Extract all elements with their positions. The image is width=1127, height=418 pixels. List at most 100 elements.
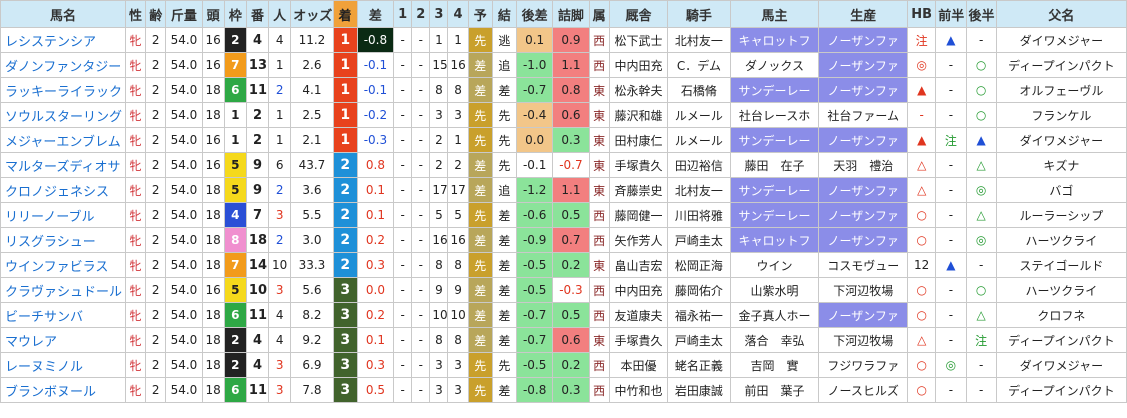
table-row[interactable]: ダノンファンタジー牝 2 54.0 16 7 13 1 2.6 1 -0.1- -15 16 差追 -1.… (0, 52, 1127, 78)
father-cell[interactable]: ハーツクライ (995, 277, 1127, 303)
owner-cell[interactable]: 藤田 在子 (729, 152, 820, 178)
table-row[interactable]: レーヌミノル牝 2 54.0 18 2 4 3 6.9 3 0.3- -3 3 先先 -0.5 0.2 西本田… (0, 352, 1127, 378)
owner-cell[interactable]: サンデーレー (729, 77, 820, 103)
jockey-cell[interactable]: 福永祐一 (667, 302, 731, 328)
horse-name-cell[interactable]: ブランボヌール (0, 377, 126, 403)
jockey-cell[interactable]: 田辺裕信 (667, 152, 731, 178)
breeder-cell[interactable]: 下河辺牧場 (818, 277, 909, 303)
col-header-sex[interactable]: 性 (124, 0, 147, 28)
col-header-father[interactable]: 父名 (995, 0, 1127, 28)
trainer-cell[interactable]: 矢作芳人 (608, 227, 669, 253)
col-header-heads[interactable]: 頭 (201, 0, 225, 28)
owner-cell[interactable]: キャロットフ (729, 227, 820, 253)
father-cell[interactable]: ダイワメジャー (995, 127, 1127, 153)
breeder-cell[interactable]: ノーザンファ (818, 302, 909, 328)
trainer-cell[interactable]: 中内田充 (608, 52, 669, 78)
table-row[interactable]: レシステンシア牝 2 54.0 16 2 4 4 11.2 1 -0.8- -1 1 先逃 0.1 0.9 西… (0, 27, 1127, 53)
jockey-cell[interactable]: 藤岡佑介 (667, 277, 731, 303)
father-cell[interactable]: ルーラーシップ (995, 202, 1127, 228)
trainer-cell[interactable]: 手塚貴久 (608, 327, 669, 353)
father-cell[interactable]: ディープインパクト (995, 327, 1127, 353)
horse-name-cell[interactable]: レシステンシア (0, 27, 126, 53)
table-row[interactable]: マウレア牝 2 54.0 18 2 4 4 9.2 3 0.1- -8 8 差差 -0.7 0.6 東手塚貴久… (0, 327, 1127, 353)
owner-cell[interactable]: 吉岡 實 (729, 352, 820, 378)
breeder-cell[interactable]: ノーザンファ (818, 177, 909, 203)
col-header-corner1[interactable]: 1 (393, 0, 413, 28)
owner-cell[interactable]: キャロットフ (729, 27, 820, 53)
owner-cell[interactable]: 落合 幸弘 (729, 327, 820, 353)
father-cell[interactable]: ハーツクライ (995, 227, 1127, 253)
col-header-kyusha[interactable]: 厩舎 (608, 0, 669, 28)
breeder-cell[interactable]: 下河辺牧場 (818, 327, 909, 353)
jockey-cell[interactable]: 岩田康誠 (667, 377, 731, 403)
trainer-cell[interactable]: 斉藤崇史 (608, 177, 669, 203)
jockey-cell[interactable]: ルメール (667, 127, 731, 153)
trainer-cell[interactable]: 田村康仁 (608, 127, 669, 153)
jockey-cell[interactable]: 戸崎圭太 (667, 327, 731, 353)
col-header-chaku[interactable]: 着 (332, 0, 358, 28)
table-row[interactable]: ウインファビラス牝 2 54.0 18 7 14 10 33.3 2 0.3- -8 8 先差 -0.5 0… (0, 252, 1127, 278)
trainer-cell[interactable]: 本田優 (608, 352, 669, 378)
jockey-cell[interactable]: 蛯名正義 (667, 352, 731, 378)
breeder-cell[interactable]: ノーザンファ (818, 227, 909, 253)
col-header-zenhan[interactable]: 前半 (935, 0, 967, 28)
table-row[interactable]: クロノジェネシス牝 2 54.0 18 5 9 2 3.6 2 0.1- -17 17 差追 -1.2 1.… (0, 177, 1127, 203)
col-header-seisan[interactable]: 生産 (818, 0, 909, 28)
horse-name-cell[interactable]: リリーノーブル (0, 202, 126, 228)
horse-name-cell[interactable]: ソウルスターリング (0, 102, 126, 128)
trainer-cell[interactable]: 藤沢和雄 (608, 102, 669, 128)
table-row[interactable]: ブランボヌール牝 2 54.0 18 6 11 3 7.8 3 0.5- -3 3 先差 -0.8 0.3 西… (0, 377, 1127, 403)
col-header-zoku[interactable]: 属 (588, 0, 610, 28)
horse-name-cell[interactable]: レーヌミノル (0, 352, 126, 378)
father-cell[interactable]: ディープインパクト (995, 377, 1127, 403)
breeder-cell[interactable]: ノーザンファ (818, 127, 909, 153)
table-row[interactable]: ビーチサンバ牝 2 54.0 18 6 11 4 8.2 3 0.2- -10 10 差差 -0.7 0.5… (0, 302, 1127, 328)
horse-name-cell[interactable]: ダノンファンタジー (0, 52, 126, 78)
horse-name-cell[interactable]: マウレア (0, 327, 126, 353)
horse-name-cell[interactable]: マルターズディオサ (0, 152, 126, 178)
owner-cell[interactable]: 前田 葉子 (729, 377, 820, 403)
col-header-ninki[interactable]: 人 (268, 0, 292, 28)
trainer-cell[interactable]: 畠山吉宏 (608, 252, 669, 278)
jockey-cell[interactable]: ルメール (667, 102, 731, 128)
col-header-kohan[interactable]: 後半 (965, 0, 997, 28)
breeder-cell[interactable]: ノーザンファ (818, 52, 909, 78)
trainer-cell[interactable]: 松永幹夫 (608, 77, 669, 103)
father-cell[interactable]: クロフネ (995, 302, 1127, 328)
trainer-cell[interactable]: 藤岡健一 (608, 202, 669, 228)
table-row[interactable]: ラッキーライラック牝 2 54.0 18 6 11 2 4.1 1 -0.1- -8 8 差差 -0.7 0… (0, 77, 1127, 103)
col-header-corner4[interactable]: 4 (447, 0, 469, 28)
col-header-name[interactable]: 馬名 (0, 0, 126, 28)
breeder-cell[interactable]: 社台ファーム (818, 102, 909, 128)
jockey-cell[interactable]: 松岡正海 (667, 252, 731, 278)
father-cell[interactable]: ステイゴールド (995, 252, 1127, 278)
col-header-umaban[interactable]: 番 (245, 0, 270, 28)
father-cell[interactable]: バゴ (995, 177, 1127, 203)
col-header-age[interactable]: 齢 (145, 0, 167, 28)
table-row[interactable]: ソウルスターリング牝 2 54.0 18 1 2 1 2.5 1 -0.2- -3 3 先先 -0.4 0.… (0, 102, 1127, 128)
breeder-cell[interactable]: ノーザンファ (818, 77, 909, 103)
trainer-cell[interactable]: 手塚貴久 (608, 152, 669, 178)
owner-cell[interactable]: ウイン (729, 252, 820, 278)
horse-name-cell[interactable]: ラッキーライラック (0, 77, 126, 103)
father-cell[interactable]: ダイワメジャー (995, 352, 1127, 378)
horse-name-cell[interactable]: クラヴァシュドール (0, 277, 126, 303)
horse-name-cell[interactable]: ウインファビラス (0, 252, 126, 278)
trainer-cell[interactable]: 松下武士 (608, 27, 669, 53)
father-cell[interactable]: フランケル (995, 102, 1127, 128)
jockey-cell[interactable]: 石橋脩 (667, 77, 731, 103)
breeder-cell[interactable]: フジワラファ (818, 352, 909, 378)
owner-cell[interactable]: 山紫水明 (729, 277, 820, 303)
table-row[interactable]: リリーノーブル牝 2 54.0 18 4 7 3 5.5 2 0.1- -5 5 先差 -0.6 0.5 西藤… (0, 202, 1127, 228)
col-header-waku[interactable]: 枠 (223, 0, 247, 28)
col-header-banushi[interactable]: 馬主 (729, 0, 820, 28)
table-row[interactable]: マルターズディオサ牝 2 54.0 16 5 9 6 43.7 2 0.8- -2 2 差先 -0.1 -0… (0, 152, 1127, 178)
owner-cell[interactable]: 金子真人ホー (729, 302, 820, 328)
trainer-cell[interactable]: 中内田充 (608, 277, 669, 303)
col-header-odds[interactable]: オッズ (290, 0, 334, 28)
trainer-cell[interactable]: 友道康夫 (608, 302, 669, 328)
col-header-diff[interactable]: 差 (356, 0, 395, 28)
col-header-yoso[interactable]: 予 (467, 0, 493, 28)
col-header-hb[interactable]: HB (907, 0, 937, 28)
horse-name-cell[interactable]: ビーチサンバ (0, 302, 126, 328)
